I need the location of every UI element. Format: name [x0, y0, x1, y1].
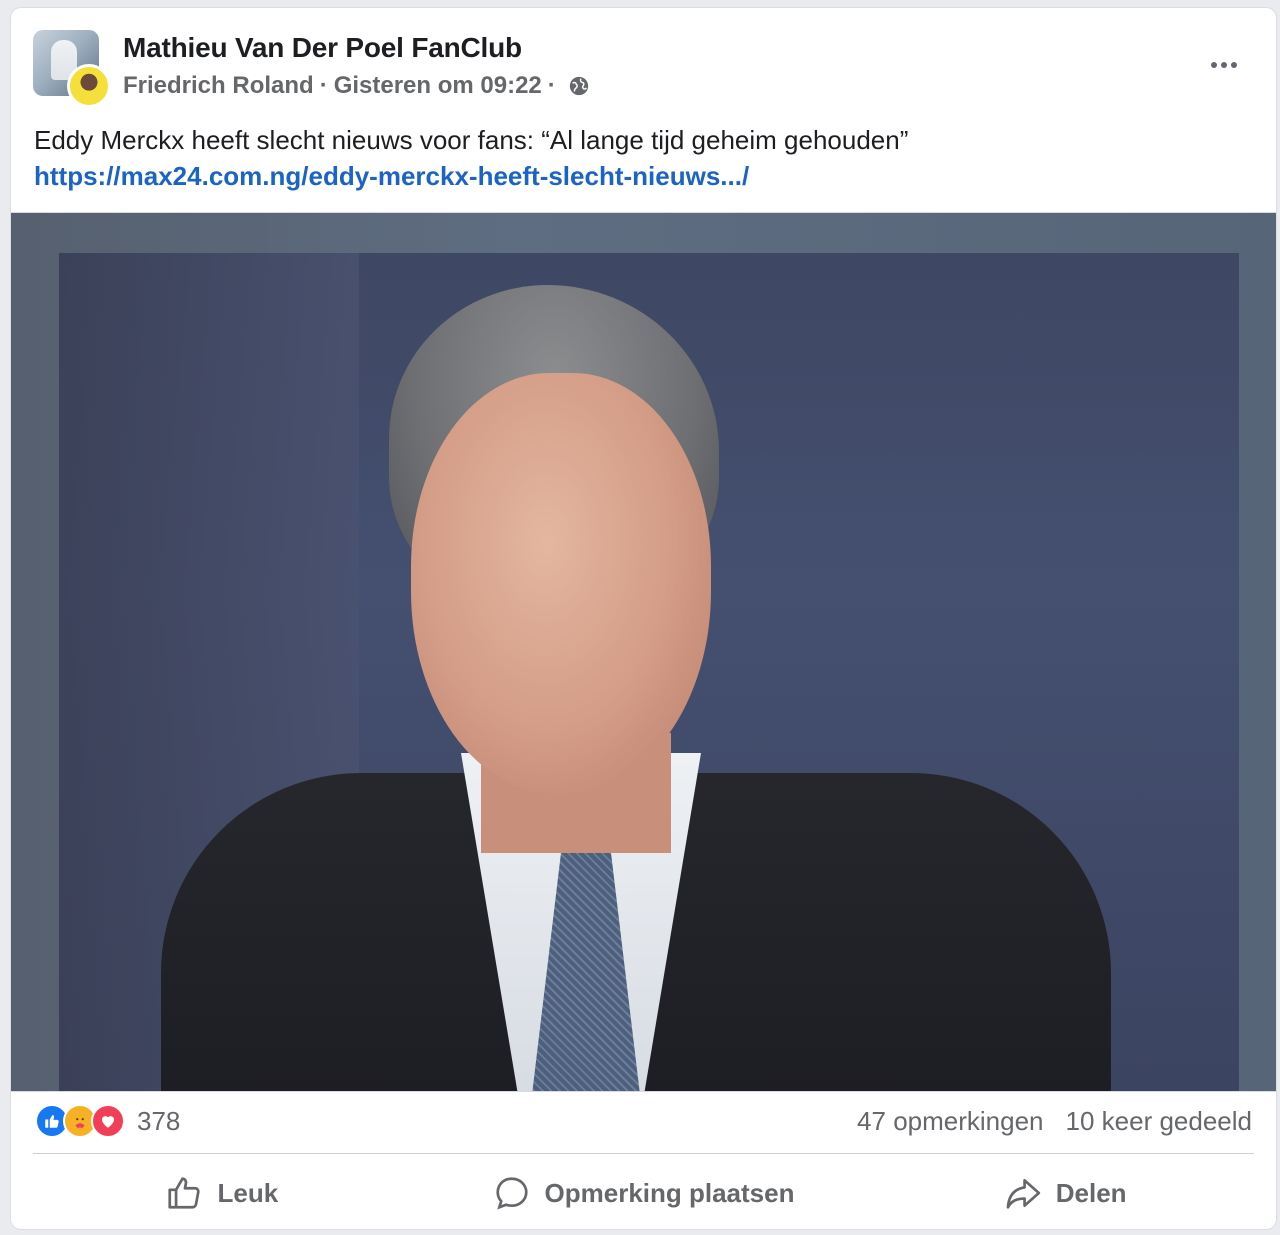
actions-divider [33, 1153, 1254, 1154]
post-header: Mathieu Van Der Poel FanClub Friedrich R… [11, 8, 1276, 118]
comment-icon [495, 1177, 528, 1210]
engagement-counts: 47 opmerkingen 10 keer gedeeld [857, 1106, 1252, 1137]
group-name[interactable]: Mathieu Van Der Poel FanClub [123, 32, 522, 64]
post-actions: Leuk Opmerking plaatsen Delen [11, 1163, 1276, 1223]
meta-separator-2: · [547, 72, 556, 99]
comment-button[interactable]: Opmerking plaatsen [433, 1163, 855, 1223]
comments-count[interactable]: 47 opmerkingen [857, 1106, 1043, 1137]
post-image[interactable] [11, 212, 1276, 1092]
share-button[interactable]: Delen [854, 1163, 1276, 1223]
comment-label: Opmerking plaatsen [544, 1177, 795, 1208]
thumbs-up-icon [168, 1177, 201, 1209]
share-label: Delen [1055, 1177, 1127, 1208]
avatar-group[interactable] [33, 30, 111, 108]
love-reaction-icon [91, 1104, 125, 1138]
more-options-button[interactable] [1202, 50, 1246, 80]
user-avatar[interactable] [67, 64, 111, 108]
share-icon [1006, 1178, 1040, 1209]
reactions-summary[interactable]: 378 [35, 1104, 180, 1138]
post-text: Eddy Merckx heeft slecht nieuws voor fan… [34, 125, 909, 155]
post-card: Mathieu Van Der Poel FanClub Friedrich R… [11, 8, 1276, 1229]
author-name[interactable]: Friedrich Roland [123, 72, 314, 100]
more-icon [1211, 62, 1237, 68]
like-label: Leuk [217, 1177, 279, 1208]
shares-count[interactable]: 10 keer gedeeld [1066, 1106, 1252, 1137]
post-timestamp[interactable]: Gisteren om 09:22 [334, 72, 542, 100]
post-link[interactable]: https://max24.com.ng/eddy-merckx-heeft-s… [34, 158, 749, 194]
image-face [411, 373, 711, 793]
like-button[interactable]: Leuk [11, 1163, 433, 1223]
post-stats: 378 47 opmerkingen 10 keer gedeeld [11, 1100, 1276, 1144]
reaction-count[interactable]: 378 [137, 1106, 180, 1137]
globe-icon[interactable] [568, 75, 590, 97]
post-meta: Friedrich Roland · Gisteren om 09:22 · [123, 72, 590, 100]
meta-separator: · [319, 72, 328, 99]
